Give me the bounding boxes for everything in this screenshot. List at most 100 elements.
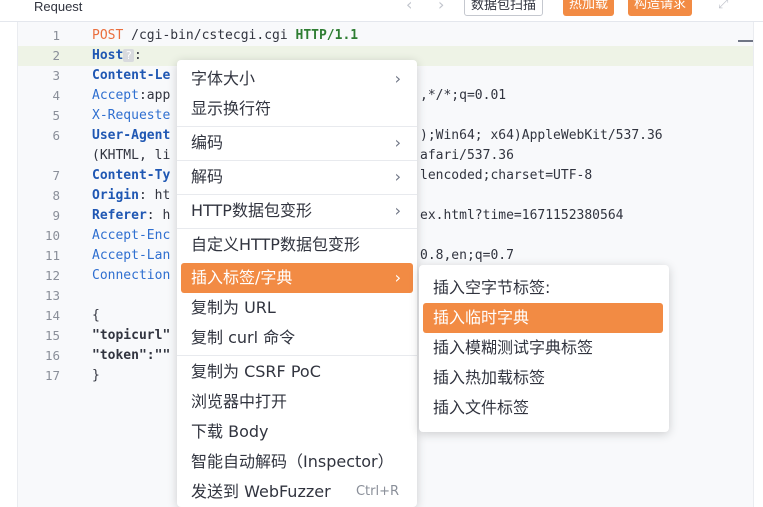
submenu-item-temp-dict[interactable]: 插入临时字典 <box>423 303 663 333</box>
menu-item-copy-url[interactable]: 复制为 URL <box>181 293 413 323</box>
line-number: 4 <box>52 88 60 103</box>
line-number: 9 <box>52 208 60 223</box>
menu-item-http-mutate[interactable]: HTTP数据包变形 › <box>181 196 413 226</box>
http-method: POST <box>92 28 124 43</box>
header-value: : <box>133 48 142 63</box>
line-number: 11 <box>44 248 60 263</box>
prev-icon[interactable]: ‹ <box>406 0 412 13</box>
menu-item-insert-tag[interactable]: 插入标签/字典 › <box>181 263 413 293</box>
code-line: Accept-Enc <box>92 228 170 243</box>
menu-item-show-linebreaks[interactable]: 显示换行符 <box>181 94 413 124</box>
code-line: Content-Ty <box>92 168 170 183</box>
menu-item-label: 解码 <box>191 167 224 186</box>
menu-item-label: 发送到 WebFuzzer <box>191 482 331 501</box>
menu-item-label: 智能自动解码（Inspector） <box>191 452 394 471</box>
code-line: User-Agent <box>92 128 170 143</box>
line-number: 1 <box>52 28 60 43</box>
panel-title: Request <box>34 0 83 14</box>
menu-item-label: 复制 curl 命令 <box>191 328 296 347</box>
code-tail: lencoded;charset=UTF-8 <box>420 168 593 183</box>
code-line: Referer: h <box>92 208 170 223</box>
shortcut-hint: Ctrl+R <box>355 484 399 499</box>
json-key: "topicurl" <box>92 328 171 343</box>
line-number: 13 <box>44 288 60 303</box>
line-number: 12 <box>44 268 60 283</box>
scroll-indicator <box>738 40 753 48</box>
menu-divider <box>177 194 417 195</box>
menu-item-label: 插入标签/字典 <box>191 268 293 287</box>
context-menu: 字体大小 › 显示换行符 编码 › 解码 › HTTP数据包变形 › 自定义HTTP数据… <box>177 60 417 507</box>
code-line: { <box>92 308 100 323</box>
code-line: Accept:app <box>92 88 170 103</box>
code-line: (KHTML, li <box>92 148 170 163</box>
menu-divider <box>177 355 417 356</box>
line-number: 17 <box>44 368 60 383</box>
line-number: 8 <box>52 188 60 203</box>
header-key: Accept <box>92 88 139 103</box>
menu-item-label: 复制为 CSRF PoC <box>191 362 321 381</box>
code-line: "topicurl" <box>92 328 170 343</box>
header-key: Host <box>92 48 124 63</box>
menu-item-label: 复制为 URL <box>191 298 276 317</box>
menu-item-smart-decode[interactable]: 智能自动解码（Inspector） <box>181 447 413 477</box>
header-key: Content-Ty <box>92 168 171 183</box>
chevron-right-icon: › <box>394 268 401 287</box>
header-key: Origin <box>92 188 139 203</box>
submenu-item-fuzz-dict-tag[interactable]: 插入模糊测试字典标签 <box>423 333 663 363</box>
menu-item-encode[interactable]: 编码 › <box>181 128 413 158</box>
code-line: Content-Le <box>92 68 170 83</box>
request-header: Request ‹ › 数据包扫描 热加载 构造请求 ⤢ <box>0 0 763 22</box>
line-number: 6 <box>52 128 60 143</box>
code-line: POST /cgi-bin/cstecgi.cgi HTTP/1.1 <box>92 28 358 43</box>
line-number: 10 <box>44 228 60 243</box>
header-key: Accept-Enc <box>92 228 171 243</box>
editor-scrollbar[interactable] <box>753 22 763 507</box>
header-key: Accept-Lan <box>92 248 171 263</box>
code-line: Connection <box>92 268 170 283</box>
header-value: :app <box>138 88 171 103</box>
line-number: 3 <box>52 68 60 83</box>
header-key: User-Agent <box>92 128 171 143</box>
line-number: 5 <box>52 108 60 123</box>
menu-item-custom-http-mutate[interactable]: 自定义HTTP数据包变形 <box>181 230 413 260</box>
construct-request-button[interactable]: 构造请求 <box>628 0 693 16</box>
hot-load-button[interactable]: 热加载 <box>563 0 615 16</box>
menu-item-copy-curl[interactable]: 复制 curl 命令 <box>181 323 413 353</box>
code-line: Accept-Lan <box>92 248 170 263</box>
code-tail: ex.html?time=1671152380564 <box>420 208 624 223</box>
next-icon[interactable]: › <box>438 0 444 13</box>
http-version: HTTP/1.1 <box>295 28 359 43</box>
menu-item-label: 显示换行符 <box>191 99 272 118</box>
submenu-item-hotload-tag[interactable]: 插入热加载标签 <box>423 363 663 393</box>
menu-item-download-body[interactable]: 下载 Body <box>181 417 413 447</box>
code-tail: afari/537.36 <box>420 148 514 163</box>
menu-item-decode[interactable]: 解码 › <box>181 162 413 192</box>
line-number: 16 <box>44 348 60 363</box>
submenu-item-file-tag[interactable]: 插入文件标签 <box>423 393 663 423</box>
menu-item-label: 编码 <box>191 133 224 152</box>
menu-item-open-in-browser[interactable]: 浏览器中打开 <box>181 387 413 417</box>
menu-item-label: 字体大小 <box>191 69 256 88</box>
menu-item-label: 自定义HTTP数据包变形 <box>191 235 360 254</box>
menu-item-label: 浏览器中打开 <box>191 392 288 411</box>
submenu-item-null-byte-tag[interactable]: 插入空字节标签: {{hexd(00)}} <box>423 273 663 327</box>
request-path: /cgi-bin/cstecgi.cgi <box>123 28 296 43</box>
header-value: : h <box>146 208 171 223</box>
header-key: Connection <box>92 268 171 283</box>
menu-item-copy-csrf-poc[interactable]: 复制为 CSRF PoC <box>181 357 413 387</box>
menu-item-send-to-webfuzzer[interactable]: 发送到 WebFuzzer Ctrl+R <box>181 477 413 507</box>
json-key: "token":"" <box>92 348 171 363</box>
code-tail: 0.8,en;q=0.7 <box>420 248 514 263</box>
placeholder-tag: ? <box>123 49 134 62</box>
code-tail: );Win64; x64)AppleWebKit/537.36 <box>420 128 663 143</box>
menu-item-label: HTTP数据包变形 <box>191 201 312 220</box>
body-text: } <box>92 368 100 383</box>
header-key: X-Requeste <box>92 108 171 123</box>
menu-item-font-size[interactable]: 字体大小 › <box>181 64 413 94</box>
packet-scan-button[interactable]: 数据包扫描 <box>464 0 544 16</box>
fullscreen-icon[interactable]: ⤢ <box>718 0 728 12</box>
code-tail: ,*/*;q=0.01 <box>420 88 507 103</box>
header-key: Referer <box>92 208 147 223</box>
line-number: 2 <box>52 48 60 63</box>
line-number: 15 <box>44 328 60 343</box>
